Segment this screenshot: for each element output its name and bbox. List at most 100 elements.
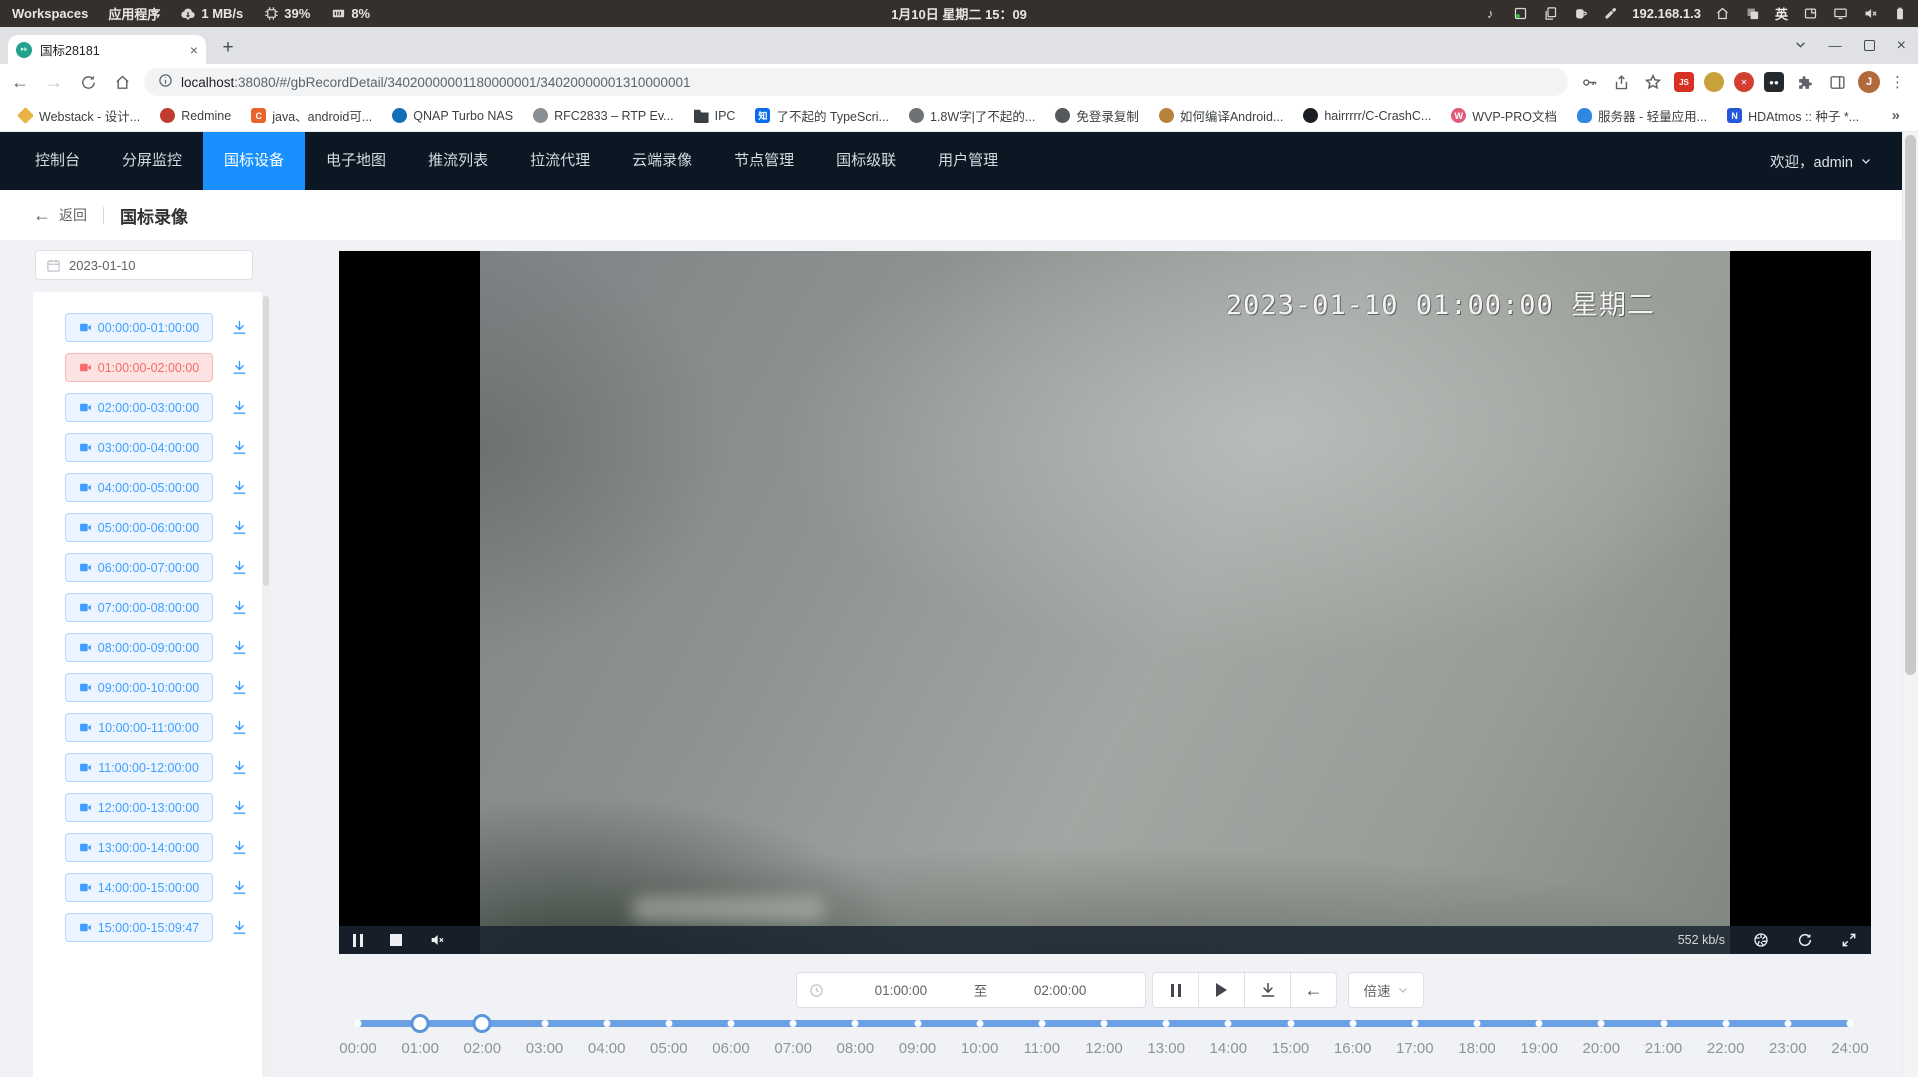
window-minimize-button[interactable]: — bbox=[1829, 38, 1842, 53]
share-icon[interactable] bbox=[1610, 71, 1632, 93]
bookmark-item[interactable]: 服务器 - 轻量应用... bbox=[1569, 103, 1715, 128]
record-segment-button[interactable]: 11:00:00-12:00:00 bbox=[65, 753, 213, 782]
nav-tab-控制台[interactable]: 控制台 bbox=[14, 132, 101, 190]
record-segment-button[interactable]: 00:00:00-01:00:00 bbox=[65, 313, 213, 342]
record-segment-button[interactable]: 14:00:00-15:00:00 bbox=[65, 873, 213, 902]
extension-tampermonkey-icon[interactable]: ●● bbox=[1764, 72, 1784, 92]
seek-back-button[interactable]: ← bbox=[1290, 972, 1337, 1008]
record-segment-button[interactable]: 12:00:00-13:00:00 bbox=[65, 793, 213, 822]
bookmark-item[interactable]: Webstack - 设计... bbox=[10, 103, 148, 128]
password-key-icon[interactable] bbox=[1578, 71, 1600, 93]
record-download-button[interactable] bbox=[231, 839, 248, 856]
record-download-button[interactable] bbox=[231, 759, 248, 776]
extensions-puzzle-icon[interactable] bbox=[1794, 71, 1816, 93]
page-scrollbar[interactable] bbox=[1902, 132, 1918, 1077]
window-maximize-button[interactable] bbox=[1864, 40, 1875, 51]
page-scrollbar-thumb[interactable] bbox=[1905, 135, 1916, 675]
ip-address[interactable]: 192.168.1.3 bbox=[1632, 6, 1701, 21]
tab-close-icon[interactable]: × bbox=[190, 43, 198, 57]
snapshot-aperture-icon[interactable] bbox=[1753, 932, 1769, 948]
reload-icon[interactable] bbox=[74, 68, 102, 96]
screen-layout-icon[interactable] bbox=[1802, 6, 1818, 22]
workspaces-overview-icon[interactable] bbox=[1745, 6, 1761, 22]
record-download-button[interactable] bbox=[231, 319, 248, 336]
side-panel-icon[interactable] bbox=[1826, 71, 1848, 93]
color-picker-icon[interactable] bbox=[1602, 6, 1618, 22]
record-download-button[interactable] bbox=[231, 359, 248, 376]
speed-dropdown[interactable]: 倍速 bbox=[1348, 972, 1424, 1008]
refresh-icon[interactable] bbox=[1797, 932, 1813, 948]
bookmark-item[interactable]: Redmine bbox=[152, 105, 239, 126]
workspaces-button[interactable]: Workspaces bbox=[12, 6, 88, 21]
bookmark-item[interactable]: hairrrrr/C-CrashC... bbox=[1295, 105, 1439, 126]
bookmark-item[interactable]: WWVP-PRO文档 bbox=[1443, 103, 1565, 128]
record-segment-button[interactable]: 15:00:00-15:09:47 bbox=[65, 913, 213, 942]
timeline-handle-01:00[interactable] bbox=[411, 1014, 430, 1033]
site-info-icon[interactable] bbox=[158, 73, 173, 91]
bookmarks-overflow-icon[interactable]: » bbox=[1892, 107, 1900, 124]
back-arrow-icon[interactable]: ← bbox=[33, 205, 51, 226]
record-download-button[interactable] bbox=[231, 519, 248, 536]
system-clock[interactable]: 1月10日 星期二 15：09 bbox=[891, 4, 1027, 23]
record-segment-button[interactable]: 09:00:00-10:00:00 bbox=[65, 673, 213, 702]
record-download-button[interactable] bbox=[231, 559, 248, 576]
bookmark-item[interactable]: QNAP Turbo NAS bbox=[384, 105, 521, 126]
pause-button[interactable] bbox=[1152, 972, 1199, 1008]
record-download-button[interactable] bbox=[231, 679, 248, 696]
nav-tab-用户管理[interactable]: 用户管理 bbox=[917, 132, 1019, 190]
fullscreen-icon[interactable] bbox=[1841, 932, 1857, 948]
bookmark-item[interactable]: 免登录复制 bbox=[1047, 103, 1147, 128]
nav-tab-电子地图[interactable]: 电子地图 bbox=[305, 132, 407, 190]
record-segment-button[interactable]: 03:00:00-04:00:00 bbox=[65, 433, 213, 462]
record-download-button[interactable] bbox=[231, 599, 248, 616]
record-segment-button[interactable]: 06:00:00-07:00:00 bbox=[65, 553, 213, 582]
record-segment-button[interactable]: 02:00:00-03:00:00 bbox=[65, 393, 213, 422]
applications-button[interactable]: 应用程序 bbox=[108, 4, 160, 23]
record-download-button[interactable] bbox=[231, 919, 248, 936]
record-download-button[interactable] bbox=[231, 879, 248, 896]
music-note-icon[interactable]: ♪ bbox=[1482, 6, 1498, 22]
window-status-icon[interactable] bbox=[1512, 6, 1528, 22]
tab-search-icon[interactable] bbox=[1794, 38, 1807, 54]
nav-tab-国标设备[interactable]: 国标设备 bbox=[203, 132, 305, 190]
bookmark-item[interactable]: 如何编译Android... bbox=[1151, 103, 1292, 128]
date-picker-input[interactable]: 2023-01-10 bbox=[35, 250, 253, 280]
timeline-handle-02:00[interactable] bbox=[473, 1014, 492, 1033]
window-close-button[interactable]: × bbox=[1897, 37, 1906, 55]
nav-tab-推流列表[interactable]: 推流列表 bbox=[407, 132, 509, 190]
record-segment-button[interactable]: 07:00:00-08:00:00 bbox=[65, 593, 213, 622]
record-download-button[interactable] bbox=[231, 799, 248, 816]
video-player[interactable]: 2023-01-10 01:00:00 星期二 552 kb/s bbox=[339, 251, 1871, 954]
bookmark-item[interactable]: IPC bbox=[686, 105, 744, 126]
record-download-button[interactable] bbox=[231, 639, 248, 656]
nav-tab-云端录像[interactable]: 云端录像 bbox=[611, 132, 713, 190]
record-segment-button[interactable]: 08:00:00-09:00:00 bbox=[65, 633, 213, 662]
record-download-button[interactable] bbox=[231, 479, 248, 496]
record-segment-button[interactable]: 04:00:00-05:00:00 bbox=[65, 473, 213, 502]
browser-tab[interactable]: 国标28181 × bbox=[8, 35, 206, 64]
record-segment-button[interactable]: 05:00:00-06:00:00 bbox=[65, 513, 213, 542]
extension-js-icon[interactable]: JS bbox=[1674, 72, 1694, 92]
scrollbar-thumb[interactable] bbox=[263, 296, 269, 586]
input-method-indicator[interactable]: 英 bbox=[1775, 4, 1788, 23]
play-button[interactable] bbox=[1198, 972, 1245, 1008]
new-tab-button[interactable]: + bbox=[214, 34, 242, 62]
clipboard-icon[interactable] bbox=[1542, 6, 1558, 22]
display-icon[interactable] bbox=[1832, 6, 1848, 22]
record-list-scrollbar[interactable] bbox=[262, 292, 270, 1077]
record-download-button[interactable] bbox=[231, 399, 248, 416]
extension-adblock-icon[interactable]: ✕ bbox=[1734, 72, 1754, 92]
end-time-input[interactable]: 02:00:00 bbox=[987, 983, 1133, 998]
volume-muted-icon[interactable] bbox=[1862, 6, 1878, 22]
bookmark-item[interactable]: RFC2833 – RTP Ev... bbox=[525, 105, 682, 126]
record-segment-button[interactable]: 01:00:00-02:00:00 bbox=[65, 353, 213, 382]
record-download-button[interactable] bbox=[231, 439, 248, 456]
network-home-icon[interactable] bbox=[1715, 6, 1731, 22]
player-mute-icon[interactable] bbox=[429, 932, 445, 948]
profile-avatar[interactable]: J bbox=[1858, 71, 1880, 93]
coffee-cup-icon[interactable] bbox=[1572, 6, 1588, 22]
download-button[interactable] bbox=[1244, 972, 1291, 1008]
timeline-slider[interactable]: 00:0001:0002:0003:0004:0005:0006:0007:00… bbox=[358, 1016, 1850, 1066]
user-menu[interactable]: 欢迎，admin bbox=[1770, 132, 1872, 190]
player-stop-icon[interactable] bbox=[390, 932, 402, 948]
